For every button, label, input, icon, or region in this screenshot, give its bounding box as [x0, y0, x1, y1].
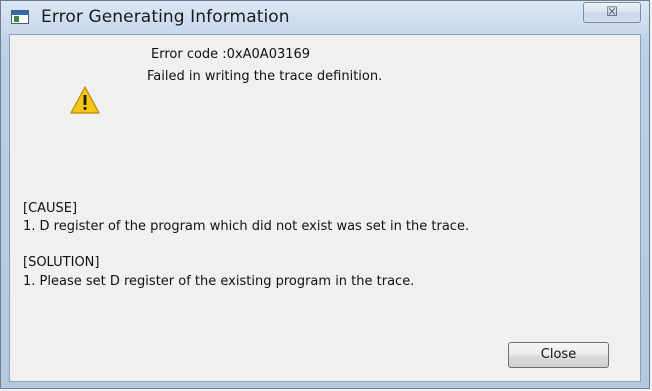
- window-title: Error Generating Information: [41, 7, 290, 27]
- close-button[interactable]: Close: [508, 342, 609, 368]
- title-bar[interactable]: Error Generating Information ☒: [1, 1, 649, 34]
- cause-heading: [CAUSE]: [23, 201, 78, 216]
- solution-heading: [SOLUTION]: [23, 255, 100, 270]
- title-close-button[interactable]: ☒: [583, 2, 641, 23]
- error-dialog-window: Error Generating Information ☒ Error cod…: [0, 0, 650, 389]
- solution-text: 1. Please set D register of the existing…: [23, 274, 415, 289]
- app-window-icon: [11, 10, 29, 24]
- error-code-text: Error code :0xA0A03169: [151, 47, 311, 62]
- warning-icon: [70, 86, 100, 114]
- dialog-body: Error code :0xA0A03169 Failed in writing…: [9, 34, 641, 382]
- close-icon: ☒: [606, 5, 618, 20]
- cause-text: 1. D register of the program which did n…: [23, 219, 470, 234]
- error-summary-text: Failed in writing the trace definition.: [147, 69, 383, 84]
